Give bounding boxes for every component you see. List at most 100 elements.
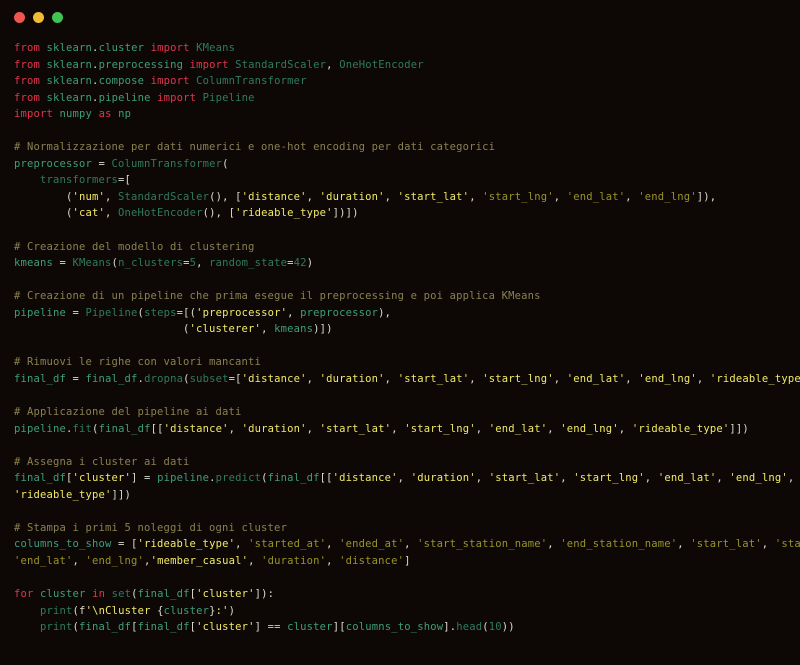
code-token-pl: [[ <box>150 422 164 435</box>
code-token-pl: ]), <box>696 190 717 203</box>
code-token-pl: , <box>553 190 567 203</box>
code-token-bright: 'end_lng' <box>638 372 697 385</box>
code-token-fn: set <box>111 588 132 601</box>
code-token-bright: 'distance' <box>163 422 229 435</box>
code-token-pl: ]. <box>443 621 457 634</box>
code-token-bright: 'cluster' <box>196 588 255 601</box>
code-token-name: cluster <box>163 604 210 617</box>
code-token-bright: 'cat' <box>72 207 106 220</box>
code-token-pl: , <box>404 538 418 551</box>
code-token-pl: , <box>326 58 340 71</box>
code-token-kw: import <box>189 58 229 71</box>
code-token-pl: ( <box>222 157 229 170</box>
code-line: # Applicazione del pipeline ai dati <box>14 404 800 421</box>
code-token-com: # Rimuovi le righe con valori mancanti <box>14 356 262 369</box>
code-token-pl: , <box>287 306 301 319</box>
code-token-bright: 'distance' <box>241 190 307 203</box>
code-token-bright: 'clusterer' <box>189 323 262 336</box>
code-token-pl: , <box>475 472 489 485</box>
code-token-pl: (), [ <box>209 190 242 203</box>
code-token-pl: , <box>469 190 483 203</box>
code-token-name: pipeline <box>14 422 67 435</box>
code-token-param: steps <box>144 306 177 319</box>
code-token-name: columns_to_show <box>345 621 444 634</box>
code-token-bright: 'start_lat' <box>319 422 392 435</box>
code-token-com: # Normalizzazione per dati numerici e on… <box>14 141 496 154</box>
code-token-name: final_df <box>98 422 151 435</box>
code-token-bright: 'duration' <box>410 472 476 485</box>
code-token-pl: , <box>469 372 483 385</box>
code-token-strd: 'start_station_name' <box>417 538 548 551</box>
code-token-pl: , <box>306 190 320 203</box>
code-token-name: columns_to_show <box>14 538 112 551</box>
code-token-fn: predict <box>215 472 262 485</box>
code-line: # Rimuovi le righe con valori mancanti <box>14 354 800 371</box>
code-line: # Assegna i cluster ai dati <box>14 454 800 471</box>
code-token-cls: KMeans <box>196 42 236 54</box>
code-line: kmeans = KMeans(n_clusters=5, random_sta… <box>14 255 800 272</box>
code-token-pl: =[ <box>228 372 242 385</box>
code-token-bright: 'start_lat' <box>488 472 561 485</box>
code-token-name: compose <box>98 75 145 88</box>
code-token-kw: from <box>14 42 41 54</box>
code-token-pl: ]]) <box>111 488 132 501</box>
code-block[interactable]: from sklearn.cluster import KMeans from s… <box>0 34 800 636</box>
code-token-fn: ColumnTransformer <box>111 157 223 170</box>
code-token-cls: StandardScaler <box>235 58 327 71</box>
code-line: final_df = final_df.dropna(subset=['dist… <box>14 371 800 388</box>
code-token-pl: , <box>384 190 398 203</box>
code-line: from sklearn.compose import ColumnTransf… <box>14 73 800 90</box>
code-token-pl: , <box>261 323 275 336</box>
code-token-pl: ( <box>14 323 190 336</box>
code-token-pl: , <box>248 554 262 567</box>
code-token-name: preprocessing <box>98 58 184 71</box>
code-token-bright: 'end_lat' <box>488 422 548 435</box>
code-token-name: final_df <box>137 621 190 634</box>
code-token-name: preprocessor <box>300 306 379 319</box>
minimize-button[interactable] <box>33 11 44 23</box>
code-token-num: 10 <box>488 621 502 634</box>
code-token-pl: ]]) <box>729 422 749 435</box>
code-token-strd: 'duration' <box>261 554 327 567</box>
code-token-pl: , <box>384 372 398 385</box>
code-token-pl: , <box>228 422 242 435</box>
code-line: pipeline.fit(final_df[['distance', 'dura… <box>14 421 800 438</box>
code-token-pl: , <box>105 190 119 203</box>
code-token-name: kmeans <box>14 257 54 270</box>
code-token-name: numpy <box>59 108 93 121</box>
maximize-button[interactable] <box>52 11 63 23</box>
code-token-bright: 'start_lng' <box>482 372 554 385</box>
code-token-com: # Stampa i primi 5 noleggi di ogni clust… <box>14 521 288 534</box>
code-token-strd: 'ended_at' <box>339 538 405 551</box>
code-token-pl: , <box>553 372 567 385</box>
code-token-kw: from <box>14 58 41 71</box>
code-token-pl: = <box>53 257 73 270</box>
code-token-pl: , <box>391 422 405 435</box>
code-token-pl: , <box>787 472 795 485</box>
code-token-kw: import <box>157 91 197 104</box>
code-token-name: kmeans <box>274 323 314 336</box>
code-token-bright: 'end_lng' <box>729 472 788 485</box>
code-token-pl: = <box>66 372 86 385</box>
code-token-pl: , <box>547 538 561 551</box>
code-line: from sklearn.preprocessing import Standa… <box>14 57 800 74</box>
code-line: columns_to_show = ['rideable_type', 'sta… <box>14 536 800 553</box>
code-token-bright: 'duration' <box>319 190 385 203</box>
code-token-pl: ) <box>228 604 236 617</box>
close-button[interactable] <box>14 11 25 23</box>
code-token-num: 42 <box>293 257 307 270</box>
code-token-kw: from <box>14 75 41 88</box>
code-token-cls: OneHotEncoder <box>339 58 424 71</box>
code-line: 'end_lat', 'end_lng','member_casual', 'd… <box>14 553 800 570</box>
code-token-pl: , <box>696 372 710 385</box>
code-token-fn: fit <box>72 422 93 435</box>
code-token-pl: = <box>66 306 86 319</box>
code-token-bright: 'rideable_type' <box>137 538 236 551</box>
code-token-name: final_df <box>79 621 132 634</box>
code-token-fn: Pipeline <box>85 306 138 319</box>
code-token-bright: 'start_lng' <box>404 422 476 435</box>
